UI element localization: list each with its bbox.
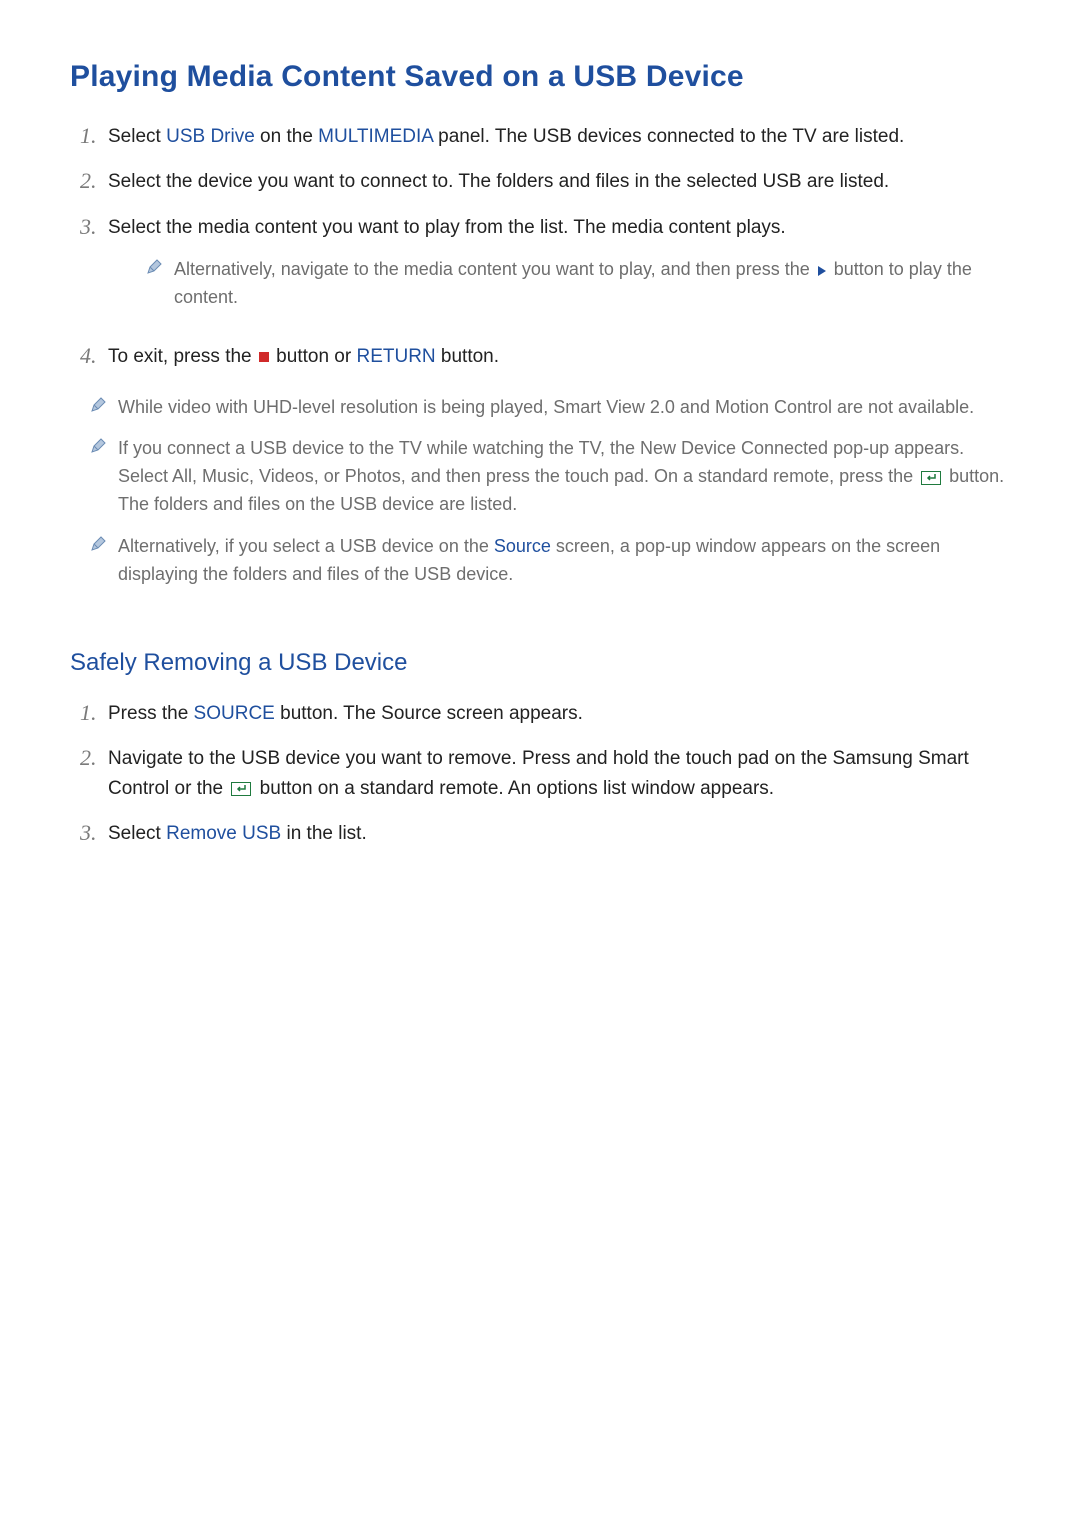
pencil-note-icon — [146, 256, 174, 275]
step-number: 2. — [80, 167, 108, 196]
step-2: 2. Select the device you want to connect… — [80, 167, 1010, 196]
text: button or — [271, 346, 357, 367]
note-text: If you connect a USB device to the TV wh… — [118, 435, 1010, 519]
note-text: While video with UHD-level resolution is… — [118, 394, 1010, 422]
step-number: 2. — [80, 744, 108, 773]
play-icon — [818, 266, 826, 276]
highlight-source-btn: SOURCE — [194, 703, 275, 724]
steps-primary: 1. Select USB Drive on the MULTIMEDIA pa… — [80, 122, 1010, 372]
highlight-source: Source — [494, 536, 551, 556]
highlight-usb-drive: USB Drive — [166, 126, 255, 147]
text: Alternatively, navigate to the media con… — [174, 259, 815, 279]
step-number: 3. — [80, 819, 108, 848]
step-body: Select Remove USB in the list. — [108, 819, 1010, 848]
text: button on a standard remote. An options … — [254, 778, 774, 799]
steps-secondary: 1. Press the SOURCE button. The Source s… — [80, 699, 1010, 849]
highlight-return: RETURN — [356, 346, 435, 367]
pencil-note-icon — [90, 533, 118, 552]
pencil-note-icon — [90, 394, 118, 413]
step-number: 1. — [80, 122, 108, 151]
step-body: Select the device you want to connect to… — [108, 167, 1010, 196]
text: in the list. — [281, 823, 367, 844]
step-3b: 3. Select Remove USB in the list. — [80, 819, 1010, 848]
text: Select the media content you want to pla… — [108, 217, 786, 238]
sub-title: Safely Removing a USB Device — [70, 649, 1010, 677]
step-2b: 2. Navigate to the USB device you want t… — [80, 744, 1010, 803]
text: panel. The USB devices connected to the … — [433, 126, 904, 147]
text: button. The Source screen appears. — [275, 703, 583, 724]
step-body: To exit, press the button or RETURN butt… — [108, 342, 1010, 371]
note-text: Alternatively, if you select a USB devic… — [118, 533, 1010, 589]
text: Alternatively, if you select a USB devic… — [118, 536, 494, 556]
step-body: Select USB Drive on the MULTIMEDIA panel… — [108, 122, 1010, 151]
step-number: 1. — [80, 699, 108, 728]
text: To exit, press the — [108, 346, 257, 367]
page-title: Playing Media Content Saved on a USB Dev… — [70, 60, 1010, 94]
page-root: Playing Media Content Saved on a USB Dev… — [0, 0, 1080, 1527]
step-1: 1. Select USB Drive on the MULTIMEDIA pa… — [80, 122, 1010, 151]
enter-icon — [921, 471, 941, 485]
note-text: Alternatively, navigate to the media con… — [174, 256, 1010, 312]
note-3: Alternatively, if you select a USB devic… — [90, 533, 1010, 589]
notes-block: While video with UHD-level resolution is… — [80, 394, 1010, 589]
pencil-note-icon — [90, 435, 118, 454]
highlight-remove-usb: Remove USB — [166, 823, 281, 844]
enter-icon — [231, 782, 251, 796]
text: If you connect a USB device to the TV wh… — [118, 438, 964, 486]
note-1: While video with UHD-level resolution is… — [90, 394, 1010, 422]
text: Select the device you want to connect to… — [108, 171, 889, 192]
highlight-multimedia: MULTIMEDIA — [318, 126, 433, 147]
text: button. — [436, 346, 499, 367]
step-3: 3. Select the media content you want to … — [80, 213, 1010, 326]
step-body: Press the SOURCE button. The Source scre… — [108, 699, 1010, 728]
step-body: Navigate to the USB device you want to r… — [108, 744, 1010, 803]
text: Select — [108, 126, 166, 147]
step-number: 3. — [80, 213, 108, 242]
stop-icon — [259, 352, 269, 362]
text: Press the — [108, 703, 194, 724]
text: on the — [255, 126, 318, 147]
text: Select — [108, 823, 166, 844]
nested-note: Alternatively, navigate to the media con… — [146, 256, 1010, 312]
step-body: Select the media content you want to pla… — [108, 213, 1010, 326]
step-number: 4. — [80, 342, 108, 371]
step-4: 4. To exit, press the button or RETURN b… — [80, 342, 1010, 371]
step-1b: 1. Press the SOURCE button. The Source s… — [80, 699, 1010, 728]
note-2: If you connect a USB device to the TV wh… — [90, 435, 1010, 519]
